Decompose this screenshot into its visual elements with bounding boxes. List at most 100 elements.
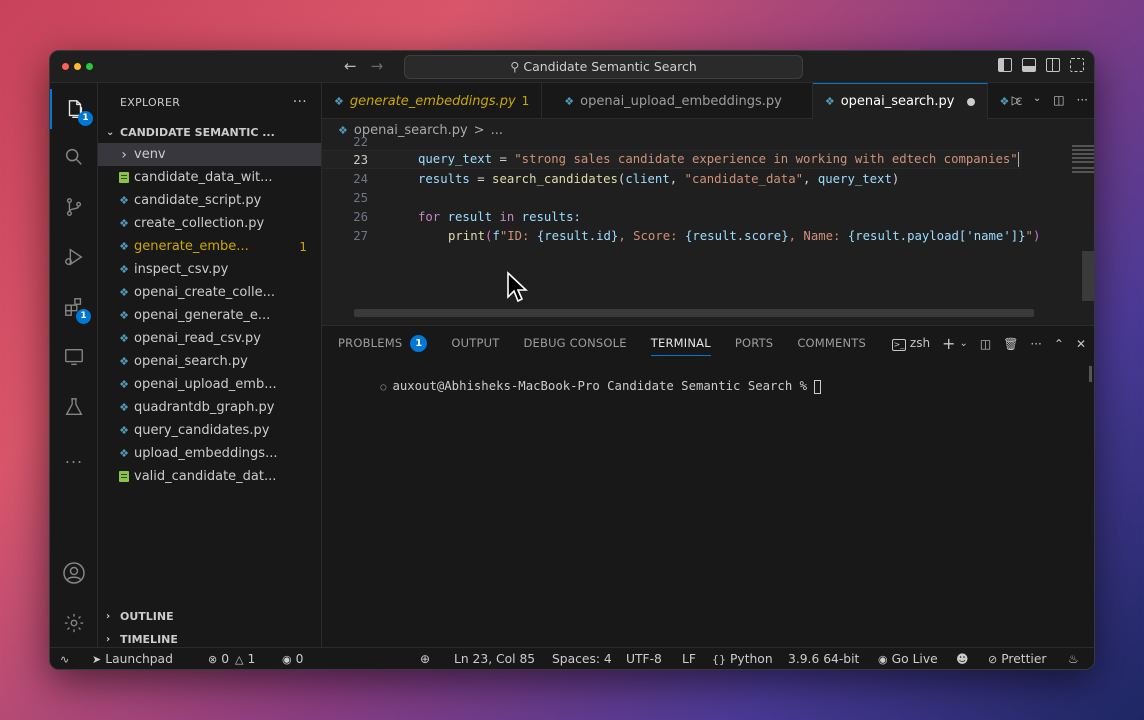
terminal-output[interactable]: ○ auxout@Abhisheks-MacBook-Pro Candidate … xyxy=(336,365,822,408)
token: {result.score} xyxy=(684,228,789,243)
tree-item[interactable]: ❖ upload_embeddings... xyxy=(98,442,321,465)
token: = xyxy=(492,152,515,166)
editor-vertical-scrollbar[interactable] xyxy=(1082,251,1094,301)
language-status[interactable]: {} Python xyxy=(712,648,773,669)
forward-arrow-icon[interactable]: → xyxy=(371,57,384,75)
editor-horizontal-scrollbar[interactable] xyxy=(354,309,1034,317)
tree-item[interactable]: ❖ openai_create_colle... xyxy=(98,281,321,304)
tab-openai-search[interactable]: ❖ openai_search.py xyxy=(812,83,988,119)
token: print xyxy=(448,228,486,243)
chevron-down-icon[interactable]: ⌄ xyxy=(1033,93,1041,107)
tab-output[interactable]: OUTPUT xyxy=(451,326,499,360)
outline-section[interactable]: › OUTLINE xyxy=(98,605,321,627)
vscode-window: ← → ⚲ Candidate Semantic Search 1 1 ... … xyxy=(49,50,1095,670)
line-number: 25 xyxy=(353,190,368,205)
tab-openai-upload-embeddings[interactable]: ❖ openai_upload_embeddings.py xyxy=(542,83,813,119)
extensions-activity[interactable]: 1 xyxy=(50,287,98,327)
tree-item[interactable]: ❖ openai_search.py xyxy=(98,350,321,373)
workspace-folder[interactable]: ⌄ CANDIDATE SEMANTIC ... xyxy=(98,121,321,143)
explorer-activity[interactable]: 1 xyxy=(50,89,98,129)
language: Python xyxy=(730,652,773,666)
close-panel-icon[interactable]: ✕ xyxy=(1076,337,1086,351)
run-debug-activity[interactable] xyxy=(50,237,98,277)
tree-item[interactable]: ❖ generate_embe... 1 xyxy=(98,235,321,258)
tab-label: DEBUG CONSOLE xyxy=(523,336,627,350)
code-editor[interactable]: 22 23 query_text = "strong sales candida… xyxy=(322,135,1094,325)
encoding-status[interactable]: UTF-8 xyxy=(626,648,662,669)
tree-item-label: candidate_script.py xyxy=(134,193,262,208)
copilot-status[interactable]: ☻ xyxy=(956,648,969,669)
tab-comments[interactable]: COMMENTS xyxy=(797,326,866,360)
tree-item[interactable]: ❖ openai_upload_emb... xyxy=(98,373,321,396)
tree-item[interactable]: ❖ openai_generate_e... xyxy=(98,304,321,327)
more-actions-icon[interactable]: ··· xyxy=(1077,93,1088,107)
unsaved-dot-icon[interactable] xyxy=(966,97,975,106)
python-file-icon: ❖ xyxy=(334,94,344,108)
tree-item[interactable]: › venv xyxy=(98,143,321,166)
error-count: 0 xyxy=(221,652,230,666)
testing-activity[interactable] xyxy=(50,387,98,427)
tree-item[interactable]: ❖ create_collection.py xyxy=(98,212,321,235)
remote-explorer-activity[interactable] xyxy=(50,337,98,377)
tree-item[interactable]: ❖ quadrantdb_graph.py xyxy=(98,396,321,419)
toggle-secondary-sidebar-icon[interactable] xyxy=(1046,58,1060,72)
notifications-status[interactable]: ♨ xyxy=(1068,648,1079,669)
manage-activity[interactable] xyxy=(50,603,98,643)
chevron-down-icon[interactable]: ⌄ xyxy=(959,338,967,349)
terminal-selector[interactable]: >_ zsh xyxy=(891,336,930,351)
explorer-more-icon[interactable]: ··· xyxy=(293,94,307,110)
tab-label: COMMENTS xyxy=(797,336,867,350)
zoom-status[interactable]: ⊕ xyxy=(420,648,431,669)
source-control-activity[interactable] xyxy=(50,187,98,227)
tab-debug-console[interactable]: DEBUG CONSOLE xyxy=(523,326,626,360)
cursor-position-status[interactable]: Ln 23, Col 85 xyxy=(454,648,535,669)
tree-item[interactable]: ❖ query_candidates.py xyxy=(98,419,321,442)
tab-label: generate_embeddings.py xyxy=(349,93,516,109)
launchpad-status[interactable]: ➤ Launchpad xyxy=(92,648,173,669)
prettier-icon: ⊘ xyxy=(988,652,998,666)
more-actions-icon[interactable]: ··· xyxy=(1030,337,1041,351)
prettier-status[interactable]: ⊘ Prettier xyxy=(988,648,1046,669)
code-line-current: 23 query_text = "strong sales candidate … xyxy=(322,150,1022,169)
tab-terminal[interactable]: TERMINAL xyxy=(650,326,711,360)
ports-status[interactable]: ◉ 0 xyxy=(282,648,303,669)
tab-problems[interactable]: PROBLEMS 1 xyxy=(338,326,428,360)
toggle-primary-sidebar-icon[interactable] xyxy=(998,58,1012,72)
tree-item[interactable]: candidate_data_wit... xyxy=(98,166,321,189)
maximize-panel-icon[interactable]: ⌃ xyxy=(1054,337,1064,351)
toggle-panel-icon[interactable] xyxy=(1022,58,1036,72)
tree-item[interactable]: valid_candidate_dat... xyxy=(98,465,321,488)
accounts-activity[interactable] xyxy=(50,553,98,593)
command-center-search[interactable]: ⚲ Candidate Semantic Search xyxy=(404,55,803,79)
line-number: 22 xyxy=(353,134,368,149)
tab-generate-embeddings[interactable]: ❖ generate_embeddings.py 1 xyxy=(322,83,543,119)
split-terminal-icon[interactable]: ◫ xyxy=(980,337,991,351)
terminal-scrollbar[interactable] xyxy=(1089,366,1092,382)
zoom-icon: ⊕ xyxy=(420,652,431,666)
back-arrow-icon[interactable]: ← xyxy=(344,57,357,75)
remote-indicator[interactable]: ∿ xyxy=(60,648,69,669)
eol-status[interactable]: LF xyxy=(682,648,696,669)
token: , xyxy=(803,171,818,186)
minimap-line xyxy=(1072,161,1094,163)
tree-item[interactable]: ❖ inspect_csv.py xyxy=(98,258,321,281)
minimize-window-button[interactable] xyxy=(74,63,81,70)
tree-item[interactable]: ❖ openai_read_csv.py xyxy=(98,327,321,350)
go-live-status[interactable]: ◉ Go Live xyxy=(878,648,938,669)
tree-item[interactable]: ❖ candidate_script.py xyxy=(98,189,321,212)
interpreter-status[interactable]: 3.9.6 64-bit xyxy=(788,648,859,669)
tab-label: openai_upload_embeddings.py xyxy=(580,93,782,109)
tab-ports[interactable]: PORTS xyxy=(735,326,773,360)
close-window-button[interactable] xyxy=(62,63,69,70)
new-terminal-icon[interactable]: + xyxy=(942,334,955,353)
indentation-status[interactable]: Spaces: 4 xyxy=(552,648,612,669)
run-python-icon[interactable]: ▷ xyxy=(1012,93,1021,107)
trash-icon[interactable]: 🗑 xyxy=(1003,337,1018,351)
maximize-window-button[interactable] xyxy=(86,63,93,70)
problems-status[interactable]: ⊗ 0 △ 1 xyxy=(208,648,255,669)
search-activity[interactable] xyxy=(50,137,98,177)
panel-actions: >_ zsh + ⌄ ◫ 🗑 ··· ⌃ ✕ xyxy=(891,334,1086,353)
more-activity[interactable]: ... xyxy=(50,437,98,477)
customize-layout-icon[interactable] xyxy=(1070,58,1084,72)
split-editor-icon[interactable]: ◫ xyxy=(1053,93,1064,107)
